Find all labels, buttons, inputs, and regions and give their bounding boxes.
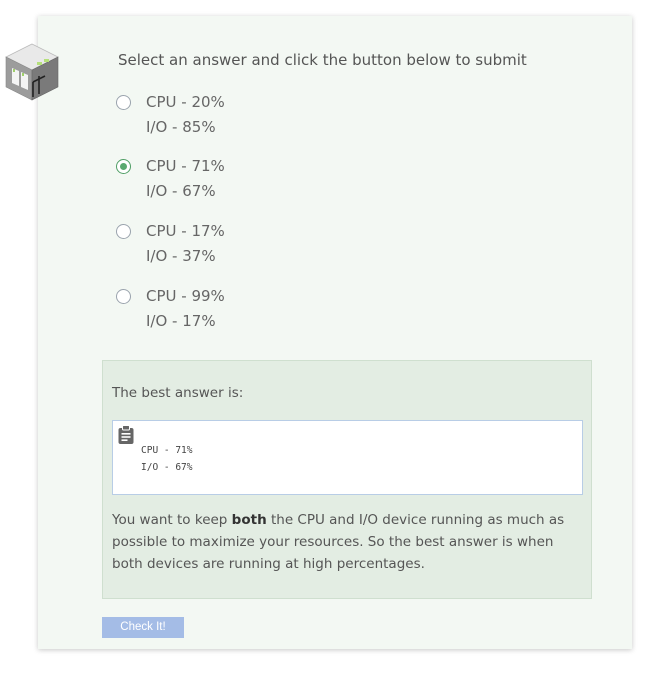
check-it-button[interactable]: Check It! [102, 617, 184, 638]
answer-io-text: I/O - 37% [146, 246, 216, 265]
answer-label: CPU - 71% I/O - 67% [146, 154, 225, 203]
radio-button[interactable] [116, 95, 131, 110]
explanation-pre: You want to keep [112, 512, 232, 528]
radio-button[interactable] [116, 289, 131, 304]
radio-button[interactable] [116, 224, 131, 239]
answer-cpu-text: CPU - 99% [146, 287, 225, 305]
explanation-text: You want to keep both the CPU and I/O de… [112, 509, 582, 575]
page: Select an answer and click the button be… [0, 0, 657, 681]
best-answer-code-box: CPU - 71% I/O - 67% [112, 420, 583, 495]
question-prompt: Select an answer and click the button be… [118, 51, 527, 69]
best-answer-code: CPU - 71% I/O - 67% [141, 442, 192, 476]
answer-label: CPU - 99% I/O - 17% [146, 284, 225, 333]
best-answer-label: The best answer is: [112, 385, 244, 401]
answer-io-text: I/O - 85% [146, 117, 216, 136]
code-line-cpu: CPU - 71% [141, 445, 193, 456]
answer-label: CPU - 20% I/O - 85% [146, 90, 225, 139]
answer-io-text: I/O - 67% [146, 181, 216, 200]
answer-cpu-text: CPU - 20% [146, 93, 225, 111]
answer-label: CPU - 17% I/O - 37% [146, 219, 225, 268]
code-line-io: I/O - 67% [141, 462, 193, 473]
server-room-avatar-icon [5, 43, 59, 101]
radio-button-selected[interactable] [116, 159, 131, 174]
answer-cpu-text: CPU - 71% [146, 157, 225, 175]
feedback-panel: The best answer is: CPU - 71% I/O - 67% Y… [102, 360, 592, 599]
clipboard-icon[interactable] [117, 425, 135, 445]
answer-io-text: I/O - 17% [146, 311, 216, 330]
explanation-bold: both [231, 512, 267, 528]
answer-cpu-text: CPU - 17% [146, 222, 225, 240]
